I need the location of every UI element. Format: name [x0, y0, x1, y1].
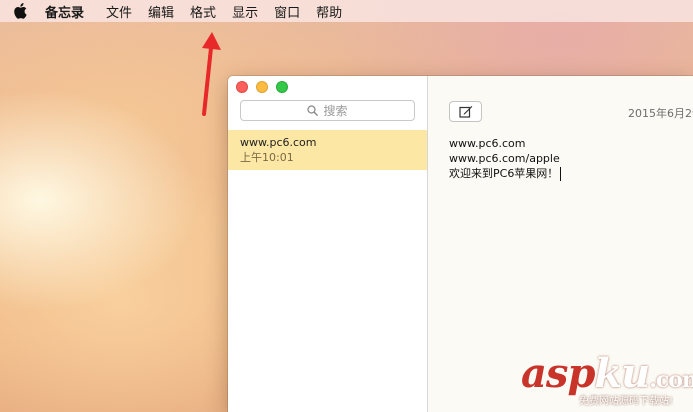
magnifier-icon	[307, 105, 319, 116]
window-controls	[236, 81, 296, 93]
text-cursor	[560, 167, 562, 181]
note-list-item[interactable]: www.pc6.com 上午10:01	[228, 130, 427, 170]
menu-file[interactable]: 文件	[106, 2, 132, 21]
watermark-subtitle: 免费网站源码下载站!	[579, 396, 674, 407]
minimize-button[interactable]	[256, 81, 268, 93]
zoom-button[interactable]	[276, 81, 288, 93]
note-time: 上午10:01	[240, 151, 294, 164]
menu-notes[interactable]: 备忘录	[45, 2, 84, 21]
search-placeholder: 搜索	[323, 104, 348, 118]
search-field[interactable]: 搜索	[240, 100, 415, 121]
menu-view[interactable]: 显示	[232, 2, 258, 21]
watermark-logo: aspku.com 免费网站源码下载站!	[521, 350, 693, 412]
menu-window[interactable]: 窗口	[274, 2, 300, 21]
apple-icon[interactable]	[12, 3, 28, 19]
note-date: 2015年6月29	[628, 107, 693, 120]
note-title: www.pc6.com	[240, 136, 317, 149]
compose-button[interactable]	[449, 101, 482, 122]
note-line-with-cursor: 欢迎来到PC6苹果网！	[449, 166, 562, 181]
watermark-brand: aspku.com	[521, 350, 693, 397]
menu-help[interactable]: 帮助	[316, 2, 342, 21]
compose-icon	[458, 106, 472, 118]
notes-sidebar: 搜索 www.pc6.com 上午10:01	[228, 76, 428, 412]
note-line: 欢迎来到PC6苹果网！	[449, 167, 559, 180]
red-arrow-annotation	[202, 32, 221, 116]
note-editor[interactable]: www.pc6.com www.pc6.com/apple 欢迎来到PC6苹果网…	[449, 136, 562, 181]
note-line: www.pc6.com	[449, 137, 526, 150]
menu-edit[interactable]: 编辑	[148, 2, 174, 21]
menu-bar: 备忘录 文件 编辑 格式 显示 窗口 帮助	[0, 0, 693, 22]
menu-format[interactable]: 格式	[190, 2, 216, 21]
close-button[interactable]	[236, 81, 248, 93]
note-line: www.pc6.com/apple	[449, 152, 560, 165]
